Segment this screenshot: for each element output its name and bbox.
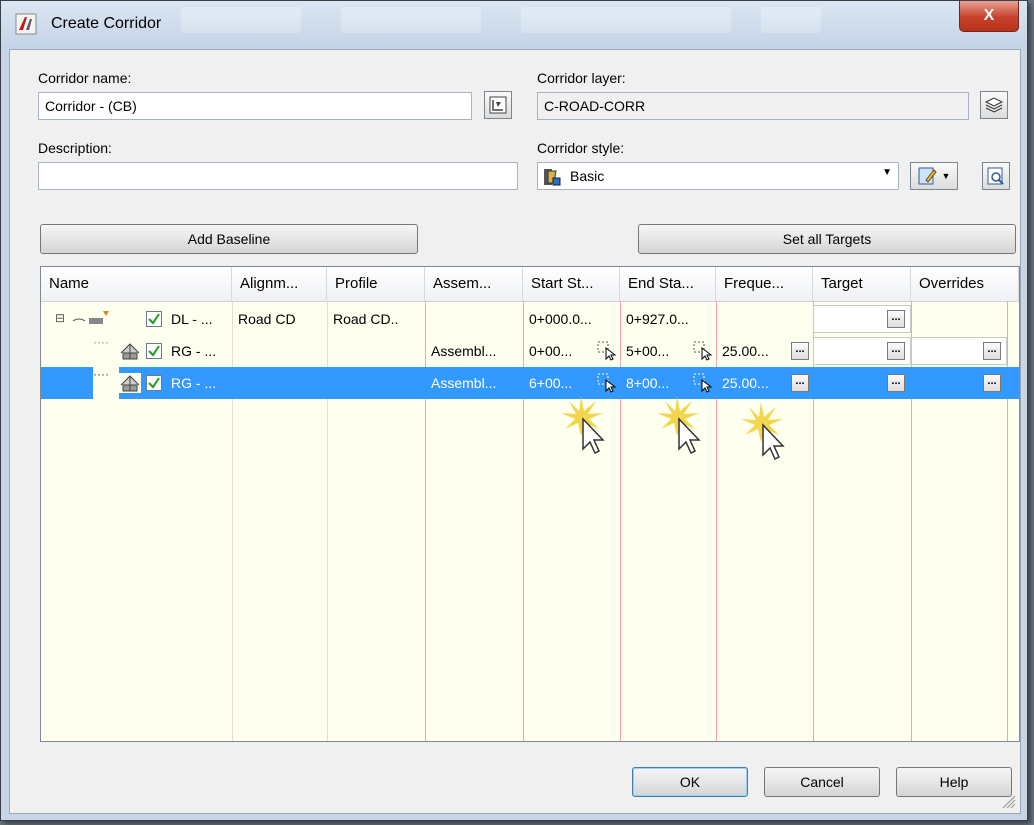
set-all-targets-button[interactable]: Set all Targets: [638, 224, 1016, 254]
overrides-ellipsis-button[interactable]: ...: [983, 374, 1001, 392]
click-highlight-cursor-icon: [741, 402, 785, 461]
row-name: RG - ...: [171, 343, 217, 359]
row-name: RG - ...: [171, 375, 217, 391]
row-profile: Road CD..: [333, 311, 399, 327]
row-end-station: 0+927.0...: [626, 311, 689, 327]
row-frequency: 25.00...: [722, 343, 769, 359]
name-template-button[interactable]: [484, 91, 512, 119]
corridor-layer-field: C-ROAD-CORR: [537, 92, 969, 120]
create-corridor-dialog: Create Corridor X Corridor name: Corrido…: [0, 0, 1028, 821]
table-row-baseline[interactable]: ⊟ DL - ... Road CD Road CD.. 0+000.0... …: [41, 303, 1019, 335]
tree-connector: ····: [93, 367, 119, 399]
corridor-style-label: Corridor style:: [537, 140, 625, 156]
edit-style-icon: [918, 167, 937, 185]
preview-style-button[interactable]: [982, 162, 1010, 190]
column-profile[interactable]: Profile: [327, 267, 425, 301]
dialog-body: Corridor name: Corridor - (CB) Descripti…: [9, 49, 1021, 814]
ok-button[interactable]: OK: [632, 767, 748, 797]
row-end-station: 5+00...: [626, 343, 670, 359]
collapse-icon[interactable]: ⊟: [55, 311, 65, 325]
click-highlight-cursor-icon: [561, 396, 605, 455]
grid-header: Name Alignm... Profile Assem... Start St…: [41, 267, 1019, 302]
table-row-region[interactable]: ···· RG - ... Assembl... 0+00... 5+00...: [41, 335, 1019, 367]
baseline-icon: [72, 311, 109, 324]
corridor-layer-label: Corridor layer:: [537, 70, 626, 86]
title-bar-reflection: [341, 7, 481, 33]
column-alignment[interactable]: Alignm...: [232, 267, 327, 301]
region-checkbox[interactable]: [146, 343, 162, 359]
chevron-down-icon: ▼: [941, 171, 951, 181]
region-icon: [120, 343, 140, 360]
target-ellipsis-button[interactable]: ...: [887, 310, 905, 328]
corridor-name-label: Corridor name:: [38, 70, 132, 86]
corridor-app-icon: [15, 13, 37, 35]
click-highlight-cursor-icon: [657, 396, 701, 455]
layer-button[interactable]: [980, 91, 1008, 119]
column-name[interactable]: Name: [41, 267, 232, 301]
add-baseline-button[interactable]: Add Baseline: [40, 224, 418, 254]
chevron-down-icon: ▼: [882, 167, 892, 178]
pick-station-icon[interactable]: [597, 373, 617, 393]
description-label: Description:: [38, 140, 112, 156]
column-overrides[interactable]: Overrides: [911, 267, 1019, 301]
column-target[interactable]: Target: [813, 267, 911, 301]
row-start-station: 0+000.0...: [529, 311, 592, 327]
description-field[interactable]: [38, 162, 518, 190]
row-assembly: Assembl...: [431, 343, 497, 359]
row-assembly: Assembl...: [431, 375, 497, 391]
corridor-name-field[interactable]: Corridor - (CB): [38, 92, 472, 120]
column-start-station[interactable]: Start St...: [523, 267, 620, 301]
help-button[interactable]: Help: [896, 767, 1012, 797]
target-ellipsis-button[interactable]: ...: [887, 342, 905, 360]
column-assembly[interactable]: Assem...: [425, 267, 523, 301]
frequency-ellipsis-button[interactable]: ...: [791, 374, 809, 392]
row-start-station: 0+00...: [529, 343, 573, 359]
column-frequency[interactable]: Freque...: [716, 267, 813, 301]
row-name: DL - ...: [171, 311, 213, 327]
window-title: Create Corridor: [51, 15, 162, 32]
row-frequency: 25.00...: [722, 375, 769, 391]
tree-connector: ····: [93, 335, 109, 349]
column-end-station[interactable]: End Sta...: [620, 267, 716, 301]
table-row-region-selected[interactable]: ···· RG - ... Assembl... 6+00... 8+00...…: [41, 367, 1019, 399]
title-bar-reflection: [181, 7, 301, 33]
corridor-style-dropdown[interactable]: Basic ▼: [537, 162, 899, 190]
edit-style-button[interactable]: ▼: [910, 162, 958, 190]
row-alignment: Road CD: [238, 311, 296, 327]
region-checkbox[interactable]: [146, 375, 162, 391]
preview-icon: [987, 167, 1004, 185]
corridor-style-value: Basic: [570, 168, 605, 184]
title-bar-reflection: [521, 7, 731, 33]
region-icon: [119, 373, 141, 393]
baselines-grid[interactable]: Name Alignm... Profile Assem... Start St…: [40, 266, 1020, 742]
pick-station-icon[interactable]: [693, 341, 713, 361]
frequency-ellipsis-button[interactable]: ...: [791, 342, 809, 360]
pick-station-icon[interactable]: [597, 341, 617, 361]
layers-icon: [984, 97, 1004, 113]
style-icon: [544, 169, 561, 186]
overrides-ellipsis-button[interactable]: ...: [983, 342, 1001, 360]
name-template-icon: [489, 96, 507, 114]
title-bar[interactable]: Create Corridor X: [1, 1, 1027, 49]
pick-station-icon[interactable]: [693, 373, 713, 393]
cancel-button[interactable]: Cancel: [764, 767, 880, 797]
resize-grip-icon[interactable]: [1000, 793, 1016, 809]
close-button[interactable]: X: [959, 1, 1019, 32]
title-bar-reflection: [761, 7, 821, 33]
baseline-checkbox[interactable]: [146, 311, 162, 327]
target-ellipsis-button[interactable]: ...: [887, 374, 905, 392]
